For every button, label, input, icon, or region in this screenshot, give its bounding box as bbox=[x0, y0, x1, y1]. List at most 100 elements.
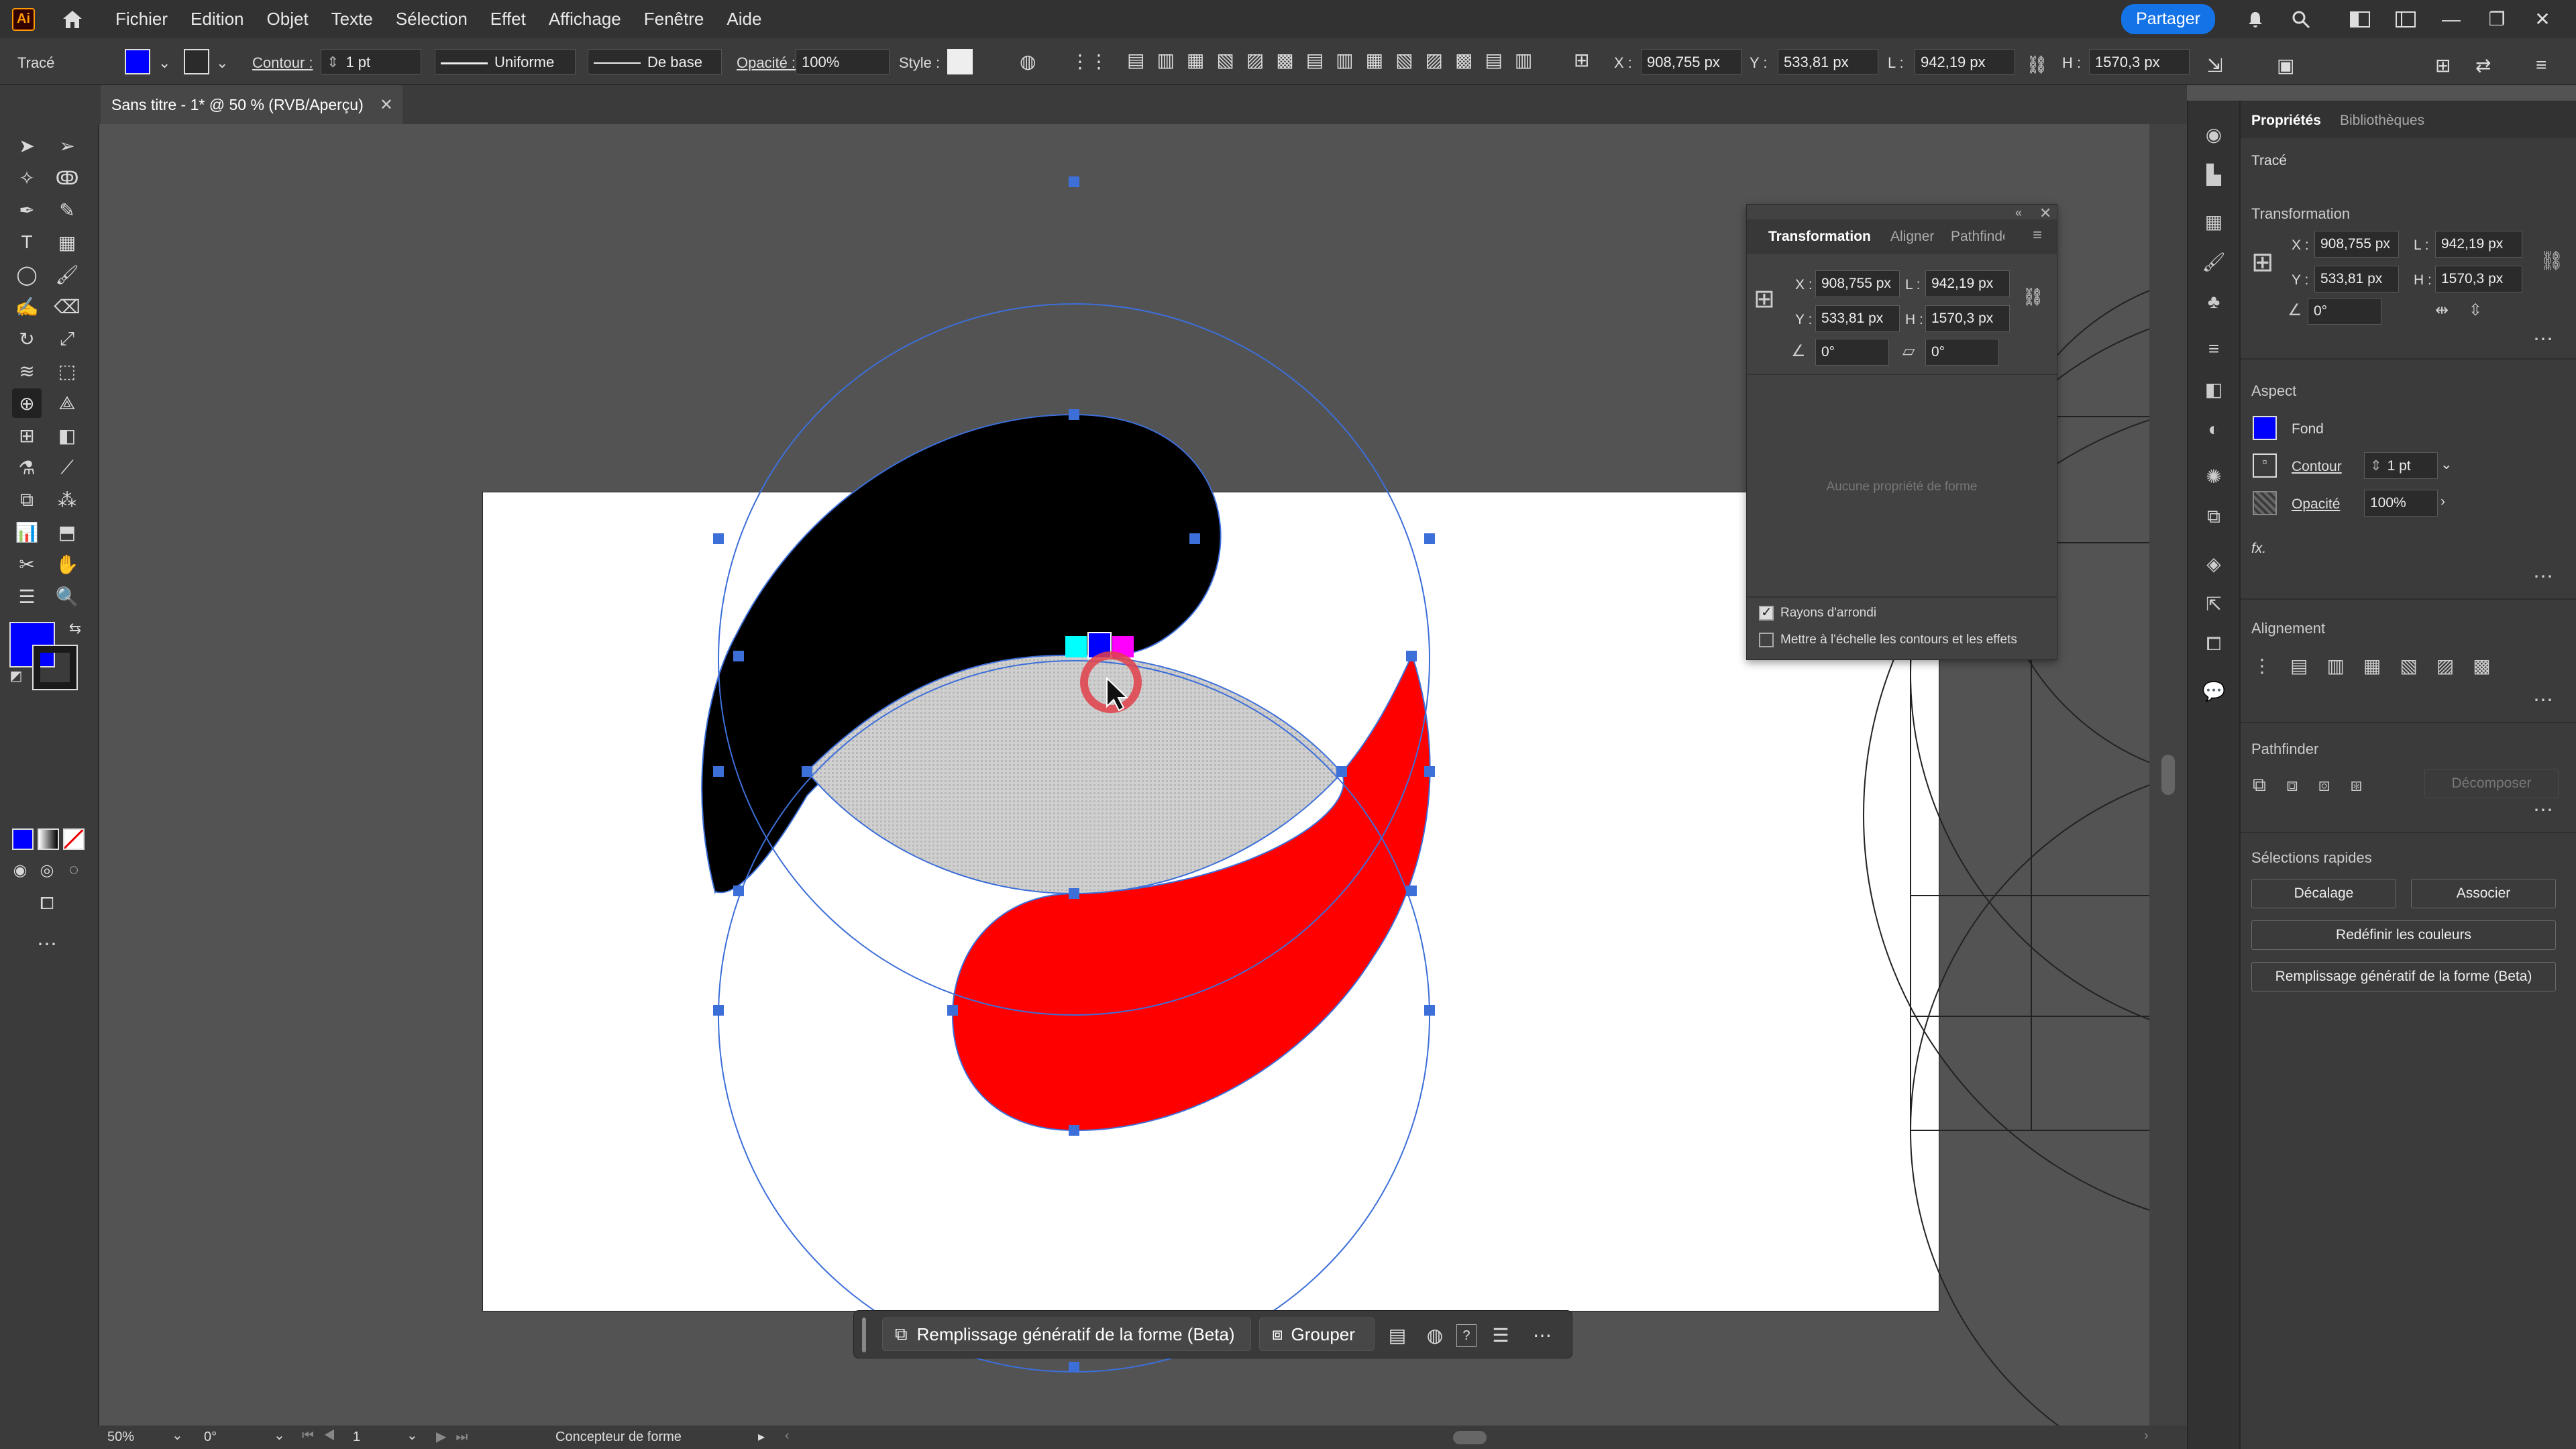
share-button[interactable]: Partager bbox=[2121, 4, 2215, 34]
transform-options-icon[interactable]: ⇲ bbox=[2207, 54, 2222, 76]
transparency-panel-icon[interactable]: ◐ bbox=[2200, 416, 2227, 443]
menu-icon[interactable]: ≡ bbox=[2536, 54, 2546, 76]
menu-effet[interactable]: Effet bbox=[490, 9, 526, 30]
brush-select[interactable]: De base bbox=[588, 49, 722, 74]
panel-options-icon[interactable]: ⇄ bbox=[2475, 54, 2491, 76]
link-proportions-icon[interactable]: ⛓ bbox=[2540, 250, 2564, 272]
more-align-icon[interactable]: ⋯ bbox=[2533, 688, 2555, 712]
direct-selection-tool-icon[interactable]: ➢ bbox=[52, 131, 82, 160]
draw-mode-icon[interactable]: ◉ bbox=[5, 855, 35, 885]
close-window-icon[interactable]: ✕ bbox=[2529, 6, 2556, 33]
graphic-style-swatch[interactable] bbox=[947, 49, 973, 74]
draw-behind-icon[interactable]: ◎ bbox=[32, 855, 62, 885]
vertical-scrollbar[interactable] bbox=[2149, 124, 2187, 1426]
artboard-number[interactable]: 1 bbox=[353, 1430, 360, 1445]
menu-selection[interactable]: Sélection bbox=[396, 9, 468, 30]
x-field[interactable]: 908,755 px bbox=[1641, 49, 1741, 74]
chevron-right-icon[interactable]: › bbox=[2440, 494, 2445, 510]
tab-libraries[interactable]: Bibliothèques bbox=[2340, 113, 2424, 129]
tp-w-field[interactable]: 942,19 px bbox=[1925, 270, 2010, 297]
prop-w-field[interactable]: 942,19 px bbox=[2435, 231, 2522, 258]
align-options-icon[interactable]: ⋮⋮ bbox=[1071, 50, 1108, 72]
link-proportions-icon[interactable]: ⛓ bbox=[2026, 54, 2048, 75]
measure-icon[interactable]: ⟋ bbox=[52, 453, 82, 482]
align-icons[interactable]: ▤▥▦▧▨▩▤▥▦▧▨▩▤▥ bbox=[1127, 49, 1544, 71]
artboard-nav-next-icons[interactable]: ▶⏭ bbox=[436, 1428, 477, 1445]
home-icon[interactable] bbox=[59, 6, 86, 33]
rotate-tool-icon[interactable]: ↻ bbox=[12, 324, 42, 354]
chevron-down-icon[interactable]: ⌄ bbox=[216, 54, 228, 72]
artboard-nav-icons[interactable]: ⏮◀ bbox=[302, 1428, 345, 1444]
ellipse-tool-icon[interactable]: ◯ bbox=[12, 260, 42, 289]
magic-wand-icon[interactable]: ✧ bbox=[12, 163, 42, 193]
opacity-label[interactable]: Opacité bbox=[2292, 496, 2340, 513]
properties-panel-icon[interactable]: ◉ bbox=[2200, 121, 2227, 148]
fx-label[interactable]: fx. bbox=[2251, 541, 2266, 557]
warp-tool-icon[interactable]: ≋ bbox=[12, 356, 42, 386]
symbols-panel-icon[interactable]: ♣ bbox=[2200, 288, 2227, 315]
document-tab[interactable]: Sans titre - 1* @ 50 % (RVB/Aperçu) ✕ bbox=[101, 85, 402, 124]
grid-tool-icon[interactable]: ▦ bbox=[52, 227, 82, 257]
arrange-icon[interactable]: ⊞ bbox=[2435, 54, 2451, 76]
artboard-tool-icon[interactable]: ⬒ bbox=[52, 517, 82, 547]
properties-icon[interactable]: ☰ bbox=[1487, 1322, 1514, 1348]
swatches-panel-icon[interactable]: ▦ bbox=[2200, 208, 2227, 235]
blend-tool-icon[interactable]: ⧉ bbox=[12, 485, 42, 515]
reference-point-icon[interactable]: ⊞ bbox=[1574, 49, 1589, 71]
help-icon[interactable]: ? bbox=[1456, 1324, 1477, 1347]
recolor-icon[interactable]: ◍ bbox=[1421, 1322, 1448, 1348]
opacity-field[interactable]: 100% bbox=[796, 49, 890, 74]
more-pathfinder-icon[interactable]: ⋯ bbox=[2533, 798, 2555, 822]
shape-builder-icon[interactable]: ⊕ bbox=[12, 388, 42, 418]
tp-y-field[interactable]: 533,81 px bbox=[1815, 305, 1900, 332]
menu-fenetre[interactable]: Fenêtre bbox=[644, 9, 704, 30]
more-options-icon[interactable]: ⋯ bbox=[1529, 1322, 1556, 1348]
prop-rotate-field[interactable]: 0° bbox=[2308, 298, 2381, 325]
zoom-level[interactable]: 50% bbox=[107, 1430, 134, 1445]
panel-menu-icon[interactable]: ≡ bbox=[2033, 226, 2042, 245]
h-field[interactable]: 1570,3 px bbox=[2089, 49, 2190, 74]
gradient-panel-icon[interactable]: ◧ bbox=[2200, 376, 2227, 402]
tp-rotate-field[interactable]: 0° bbox=[1815, 339, 1889, 366]
reference-point-icon[interactable]: ⊞ bbox=[1754, 284, 1775, 314]
workspace-icon[interactable] bbox=[2392, 6, 2419, 33]
menu-aide[interactable]: Aide bbox=[727, 9, 761, 30]
color-mode-icon[interactable] bbox=[12, 828, 34, 850]
flip-horizontal-icon[interactable]: ⇹ bbox=[2435, 301, 2449, 320]
generative-fill-button[interactable]: ⧉ Remplissage génératif de la forme (Beta… bbox=[882, 1318, 1251, 1351]
comments-panel-icon[interactable]: 💬 bbox=[2200, 678, 2227, 704]
scroll-left-icon[interactable]: ‹ bbox=[785, 1428, 790, 1444]
free-transform-icon[interactable]: ⬚ bbox=[52, 356, 82, 386]
lasso-icon[interactable]: ↂ bbox=[52, 163, 82, 193]
reference-point-icon[interactable]: ⊞ bbox=[2251, 247, 2274, 278]
gradient-mode-icon[interactable] bbox=[38, 828, 59, 850]
arrange-documents-icon[interactable] bbox=[2347, 6, 2373, 33]
menu-texte[interactable]: Texte bbox=[331, 9, 373, 30]
close-icon[interactable]: ✕ bbox=[380, 95, 393, 115]
pathfinder-buttons-icon[interactable]: ⧉⧈⧇⧆ bbox=[2253, 774, 2382, 796]
selection-tool-icon[interactable]: ➤ bbox=[12, 131, 42, 160]
rounded-corners-checkbox[interactable] bbox=[1759, 604, 1774, 621]
appearance-panel-icon[interactable]: ✺ bbox=[2200, 463, 2227, 490]
recolor-button[interactable]: Redéfinir les couleurs bbox=[2251, 920, 2556, 950]
artboards-panel-icon[interactable]: ⧠ bbox=[2200, 631, 2227, 657]
prop-stroke-weight-field[interactable]: ⇕ 1 pt bbox=[2364, 452, 2438, 479]
layers-panel-icon[interactable]: ◈ bbox=[2200, 550, 2227, 577]
more-transform-icon[interactable]: ⋯ bbox=[2533, 327, 2555, 351]
chevron-down-icon[interactable]: ⌄ bbox=[172, 1427, 183, 1444]
stroke-panel-icon[interactable]: ≡ bbox=[2200, 335, 2227, 362]
more-appearance-icon[interactable]: ⋯ bbox=[2533, 565, 2555, 588]
status-arrow-icon[interactable]: ▸ bbox=[758, 1428, 765, 1445]
stroke-color-swatch[interactable] bbox=[32, 645, 78, 690]
y-field[interactable]: 533,81 px bbox=[1778, 49, 1878, 74]
prop-y-field[interactable]: 533,81 px bbox=[2314, 266, 2399, 292]
scale-tool-icon[interactable]: ⤢ bbox=[52, 324, 82, 354]
zoom-tool-icon[interactable]: 🔍 bbox=[52, 582, 82, 611]
flip-vertical-icon[interactable]: ⇳ bbox=[2469, 301, 2482, 320]
scale-strokes-checkbox[interactable] bbox=[1759, 633, 1774, 647]
export-panel-icon[interactable]: ⇱ bbox=[2200, 590, 2227, 617]
join-button[interactable]: Associer bbox=[2411, 879, 2556, 908]
eraser-icon[interactable]: ⌫ bbox=[52, 292, 82, 321]
libraries-panel-icon[interactable]: ▙ bbox=[2200, 161, 2227, 188]
collapse-icon[interactable]: « bbox=[2015, 206, 2022, 220]
